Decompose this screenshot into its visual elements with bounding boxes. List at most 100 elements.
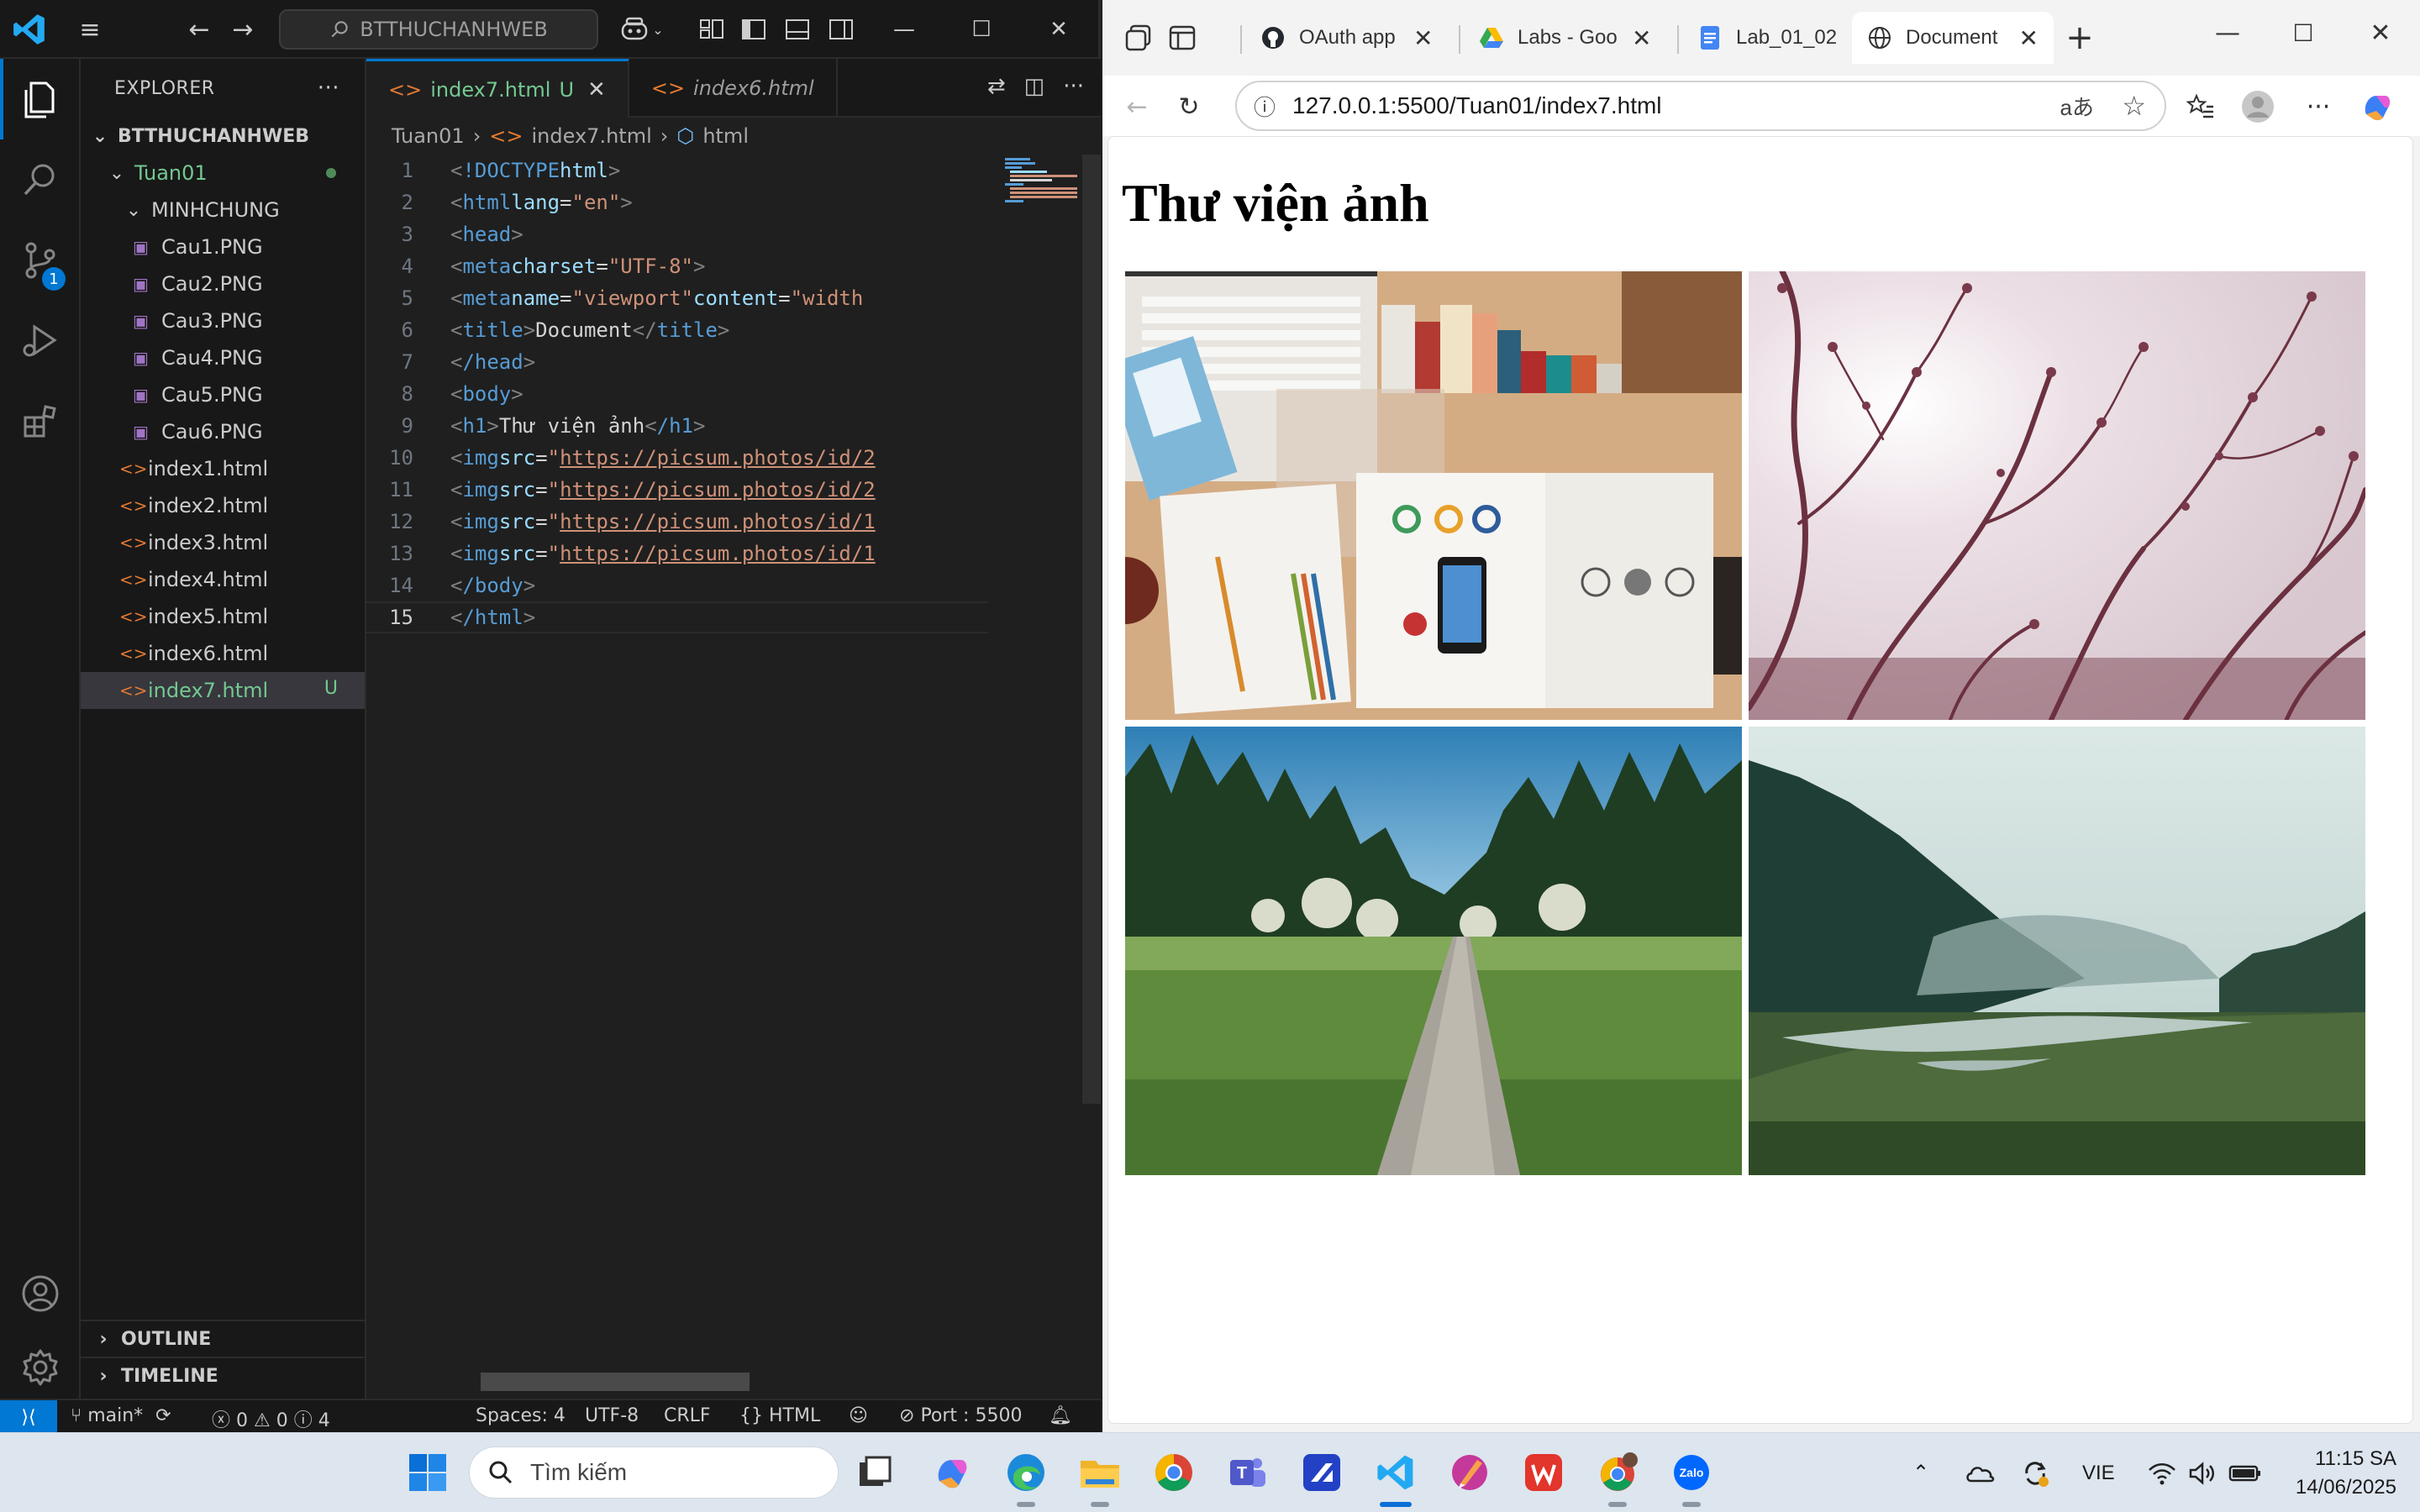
source-control-icon[interactable]: 1 xyxy=(0,220,81,301)
minimize-icon[interactable]: — xyxy=(2210,15,2245,50)
forward-arrow-icon[interactable]: → xyxy=(225,12,260,47)
show-hidden-icons-icon[interactable]: ⌃ xyxy=(1912,1433,1929,1512)
close-tab-icon[interactable]: ✕ xyxy=(1632,24,1651,52)
language-indicator[interactable]: {} HTML xyxy=(739,1405,820,1426)
onedrive-icon[interactable] xyxy=(1965,1433,1995,1512)
toggle-panel-icon[interactable] xyxy=(780,12,815,47)
compare-changes-icon[interactable]: ⇄ xyxy=(987,74,1006,99)
settings-gear-icon[interactable] xyxy=(0,1327,81,1408)
extensions-icon[interactable] xyxy=(0,381,81,462)
settings-more-icon[interactable]: ··· xyxy=(2301,89,2336,124)
file-index2[interactable]: <> index2.html xyxy=(81,487,365,524)
toggle-primary-sidebar-icon[interactable] xyxy=(736,12,771,47)
copilot-icon[interactable]: ⌄ xyxy=(617,12,667,47)
close-icon[interactable]: ✕ xyxy=(1034,8,1084,50)
breadcrumb-item[interactable]: Tuan01 xyxy=(392,124,465,148)
timeline-section[interactable]: › TIMELINE xyxy=(81,1357,365,1394)
favorites-icon[interactable] xyxy=(2183,89,2218,124)
wifi-icon[interactable] xyxy=(2148,1433,2176,1512)
close-icon[interactable]: ✕ xyxy=(2363,15,2398,50)
maximize-icon[interactable]: ☐ xyxy=(956,8,1007,50)
notifications-bell-icon[interactable]: 🔔︎ xyxy=(1049,1405,1072,1426)
tab-index6[interactable]: <> index6.html xyxy=(629,59,838,118)
eol-indicator[interactable]: CRLF xyxy=(664,1405,711,1426)
new-tab-icon[interactable]: + xyxy=(2062,18,2097,57)
sync-status-icon[interactable] xyxy=(2020,1433,2050,1512)
workspace-section[interactable]: ⌄ BTTHUCHANHWEB xyxy=(81,118,365,155)
zalo-icon[interactable]: Zalo xyxy=(1667,1448,1716,1497)
problems-indicator[interactable]: ⓧ 0 ⚠ 0 ⓘ 4 xyxy=(212,1405,330,1432)
battery-icon[interactable] xyxy=(2228,1433,2262,1512)
toggle-secondary-sidebar-icon[interactable] xyxy=(823,12,859,47)
file-index1[interactable]: <> index1.html xyxy=(81,450,365,487)
file-cau6[interactable]: ▣ Cau6.PNG xyxy=(81,413,365,450)
browser-tab-labs-google[interactable]: Labs - Goo ✕ xyxy=(1464,12,1676,64)
wps-office-icon[interactable] xyxy=(1519,1448,1568,1497)
maximize-icon[interactable]: ☐ xyxy=(2286,15,2321,50)
file-cau1[interactable]: ▣ Cau1.PNG xyxy=(81,228,365,265)
run-debug-icon[interactable] xyxy=(0,301,81,381)
close-icon[interactable]: ✕ xyxy=(587,77,606,102)
close-tab-icon[interactable]: ✕ xyxy=(1413,24,1433,52)
vertical-scrollbar[interactable] xyxy=(1082,155,1101,1104)
customize-layout-icon[interactable] xyxy=(694,12,729,47)
browser-tab-document[interactable]: Document ✕ xyxy=(1852,12,2054,64)
input-language-indicator[interactable]: VIE xyxy=(2082,1433,2115,1512)
back-arrow-icon[interactable]: ← xyxy=(1119,89,1155,124)
breadcrumb-item[interactable]: index7.html xyxy=(532,124,652,148)
horizontal-scrollbar[interactable] xyxy=(481,1373,750,1391)
browser-tab-github[interactable]: OAuth app ✕ xyxy=(1245,12,1457,64)
minimap[interactable] xyxy=(998,155,1082,1364)
remote-indicator-icon[interactable]: ⟩⟨ xyxy=(0,1400,57,1434)
folder-tuan01[interactable]: ⌄ Tuan01 xyxy=(81,155,365,192)
teams-taskbar-icon[interactable]: T xyxy=(1223,1448,1272,1497)
file-index6[interactable]: <> index6.html xyxy=(81,635,365,672)
edge-taskbar-icon[interactable] xyxy=(1002,1448,1050,1497)
task-view-icon[interactable] xyxy=(850,1448,899,1497)
file-index5[interactable]: <> index5.html xyxy=(81,598,365,635)
explorer-icon[interactable] xyxy=(0,59,81,139)
breadcrumb-item[interactable]: html xyxy=(702,124,749,148)
refresh-icon[interactable]: ↻ xyxy=(1171,89,1207,124)
read-aloud-icon[interactable]: aあ xyxy=(2060,91,2094,122)
file-index4[interactable]: <> index4.html xyxy=(81,561,365,598)
branch-indicator[interactable]: ⑂ main* ⟳ xyxy=(71,1405,171,1426)
workspaces-icon[interactable] xyxy=(1121,20,1156,55)
paint-app-icon[interactable] xyxy=(1445,1448,1494,1497)
pen-app-icon[interactable] xyxy=(1297,1448,1346,1497)
search-icon[interactable] xyxy=(0,139,81,220)
file-cau4[interactable]: ▣ Cau4.PNG xyxy=(81,339,365,376)
site-info-icon[interactable]: ⓘ xyxy=(1254,91,1276,122)
copilot-icon[interactable] xyxy=(2360,89,2395,124)
file-index3[interactable]: <> index3.html xyxy=(81,524,365,561)
explorer-more-icon[interactable]: ··· xyxy=(318,76,339,101)
chrome-profile-icon[interactable] xyxy=(1593,1448,1642,1497)
outline-section[interactable]: › OUTLINE xyxy=(81,1320,365,1357)
tab-actions-icon[interactable] xyxy=(1165,20,1200,55)
more-actions-icon[interactable]: ··· xyxy=(1063,74,1084,99)
chrome-taskbar-icon[interactable] xyxy=(1150,1448,1198,1497)
accounts-icon[interactable] xyxy=(0,1253,81,1334)
indentation-indicator[interactable]: Spaces: 4 xyxy=(476,1405,566,1426)
file-explorer-icon[interactable] xyxy=(1076,1448,1124,1497)
back-arrow-icon[interactable]: ← xyxy=(182,12,217,47)
profile-avatar[interactable] xyxy=(2240,89,2275,124)
favorite-star-icon[interactable]: ☆ xyxy=(2122,90,2146,122)
clock[interactable]: 11:15 SA 14/06/2025 xyxy=(2296,1445,2396,1502)
live-server-indicator[interactable]: ⊘ Port : 5500 xyxy=(899,1405,1022,1426)
command-center-search[interactable]: BTTHUCHANHWEB xyxy=(279,9,598,50)
windows-start-icon[interactable] xyxy=(403,1448,452,1497)
address-bar[interactable]: ⓘ 127.0.0.1:5500/Tuan01/index7.html aあ ☆ xyxy=(1235,81,2166,131)
split-editor-icon[interactable]: ◫ xyxy=(1024,74,1045,99)
folder-minhchung[interactable]: ⌄ MINHCHUNG xyxy=(81,192,365,228)
file-cau3[interactable]: ▣ Cau3.PNG xyxy=(81,302,365,339)
volume-icon[interactable] xyxy=(2188,1433,2217,1512)
taskbar-search[interactable]: Tìm kiếm xyxy=(469,1446,839,1499)
file-index7[interactable]: <> index7.html U xyxy=(81,672,365,709)
copilot-status-icon[interactable]: ☺ xyxy=(849,1405,868,1426)
menu-icon[interactable]: ≡ xyxy=(72,12,108,47)
file-cau5[interactable]: ▣ Cau5.PNG xyxy=(81,376,365,413)
file-cau2[interactable]: ▣ Cau2.PNG xyxy=(81,265,365,302)
close-tab-icon[interactable]: ✕ xyxy=(2019,24,2039,52)
code-editor[interactable]: 1 < !DOCTYPE html > 2 < html lang = "en" > 3 < hea… xyxy=(366,155,988,1364)
